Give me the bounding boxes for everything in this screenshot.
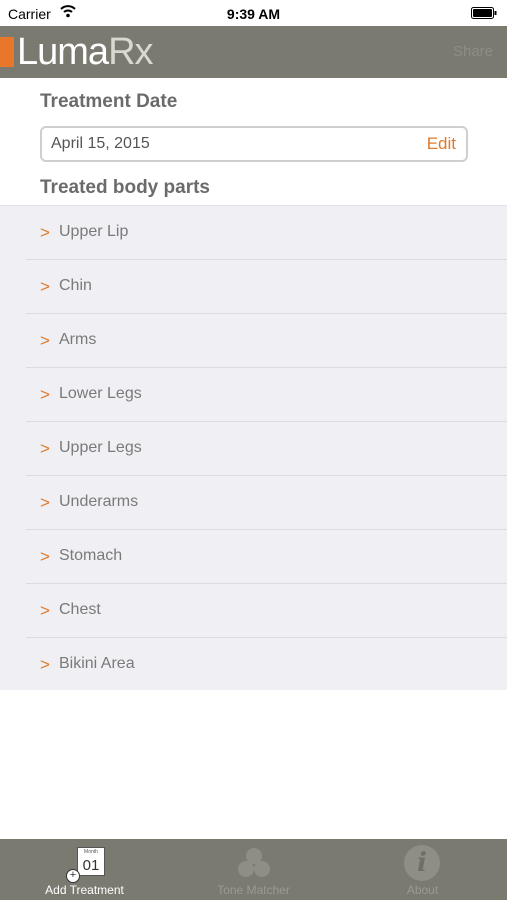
tab-add-treatment[interactable]: Month 01 + Add Treatment	[0, 839, 169, 900]
nav-bar: LumaRx Share	[0, 26, 507, 78]
list-item-label: Chest	[59, 601, 101, 618]
tab-label: Tone Matcher	[217, 883, 290, 897]
chevron-right-icon: >	[40, 601, 50, 620]
treatment-date-title: Treatment Date	[40, 91, 178, 112]
calendar-month-label: Month	[84, 849, 98, 855]
body-parts-list: > Upper Lip > Chin > Arms > Lower Legs >…	[0, 205, 507, 690]
chevron-right-icon: >	[40, 331, 50, 350]
edit-date-button[interactable]: Edit	[427, 134, 456, 154]
battery-icon	[471, 7, 497, 19]
tab-tone-matcher[interactable]: Tone Matcher	[169, 839, 338, 900]
tone-circles-icon	[238, 848, 270, 877]
status-time: 9:39 AM	[226, 6, 281, 22]
logo-main: Luma	[17, 31, 109, 73]
list-item-upper-lip[interactable]: > Upper Lip	[26, 206, 507, 260]
chevron-right-icon: >	[40, 493, 50, 512]
logo-accent: Rx	[108, 31, 153, 73]
share-button[interactable]: Share	[453, 43, 493, 60]
tab-about[interactable]: i About	[338, 839, 507, 900]
treatment-date-field[interactable]: April 15, 2015 Edit	[40, 126, 468, 162]
tab-bar: Month 01 + Add Treatment Tone Matcher i …	[0, 839, 507, 900]
list-item-upper-legs[interactable]: > Upper Legs	[26, 422, 507, 476]
chevron-right-icon: >	[40, 655, 50, 674]
list-item-lower-legs[interactable]: > Lower Legs	[26, 368, 507, 422]
list-item-label: Stomach	[59, 547, 123, 564]
tab-label: Add Treatment	[45, 883, 124, 897]
treatment-date-value: April 15, 2015	[51, 135, 150, 152]
list-item-chest[interactable]: > Chest	[26, 584, 507, 638]
tab-label: About	[406, 883, 439, 897]
info-icon: i	[404, 845, 440, 881]
status-bar: Carrier 9:39 AM	[0, 0, 507, 26]
list-item-label: Bikini Area	[59, 655, 135, 672]
chevron-right-icon: >	[40, 277, 50, 296]
list-item-arms[interactable]: > Arms	[26, 314, 507, 368]
list-item-label: Arms	[59, 331, 97, 348]
list-item-underarms[interactable]: > Underarms	[26, 476, 507, 530]
list-item-label: Upper Legs	[59, 439, 142, 456]
body-parts-title: Treated body parts	[40, 177, 210, 198]
list-item-bikini-area[interactable]: > Bikini Area	[26, 638, 507, 691]
list-item-label: Chin	[59, 277, 92, 294]
list-item-chin[interactable]: > Chin	[26, 260, 507, 314]
list-item-stomach[interactable]: > Stomach	[26, 530, 507, 584]
chevron-right-icon: >	[40, 223, 50, 242]
list-item-label: Lower Legs	[59, 385, 142, 402]
chevron-right-icon: >	[40, 385, 50, 404]
list-item-label: Underarms	[59, 493, 139, 510]
list-item-label: Upper Lip	[59, 223, 129, 240]
chevron-right-icon: >	[40, 547, 50, 566]
calendar-add-icon: Month 01	[77, 847, 105, 876]
app-logo: LumaRx	[17, 30, 154, 74]
calendar-day-label: 01	[82, 857, 100, 874]
plus-icon: +	[66, 869, 80, 883]
logo-mark	[0, 37, 14, 67]
chevron-right-icon: >	[40, 439, 50, 458]
